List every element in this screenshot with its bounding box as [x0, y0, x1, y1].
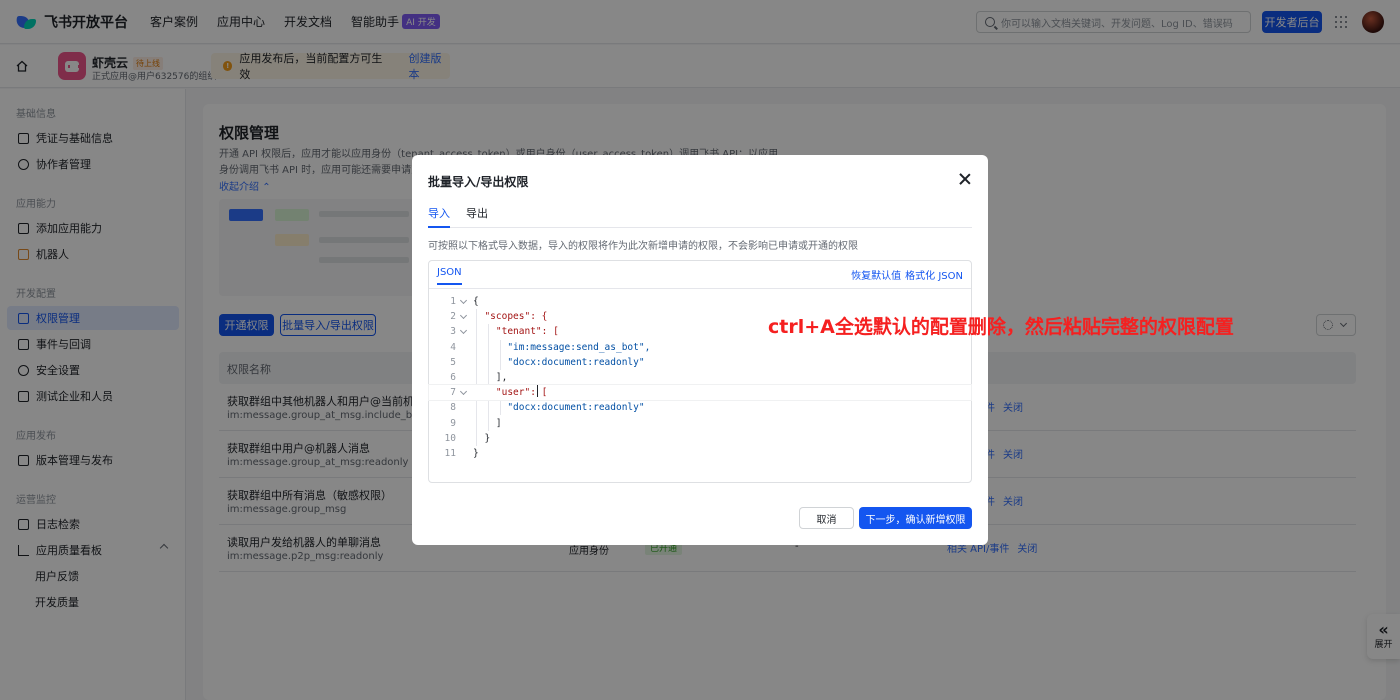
- cancel-button[interactable]: 取消: [799, 507, 854, 529]
- tutorial-annotation: ctrl+A全选默认的配置删除，然后粘贴完整的权限配置: [768, 316, 1234, 338]
- code-line: 6 ],: [450, 371, 508, 383]
- dialog-title: 批量导入/导出权限: [428, 175, 529, 189]
- code-line: 5 "docx:document:readonly": [450, 356, 645, 368]
- next-confirm-button[interactable]: 下一步，确认新增权限: [859, 507, 972, 529]
- fold-chevron-icon[interactable]: [459, 327, 468, 335]
- close-icon[interactable]: [959, 173, 971, 185]
- code-line: 9 ]: [450, 417, 502, 429]
- code-line: 4 "im:message:send_as_bot",: [450, 341, 651, 353]
- code-line: 11}: [444, 447, 479, 459]
- editor-divider: [429, 288, 971, 289]
- json-tab[interactable]: JSON: [437, 267, 462, 285]
- json-editor[interactable]: JSON 恢复默认值 格式化 JSON 1{ 2 "scopes": { 3 "t…: [428, 260, 972, 483]
- code-line: 8 "docx:document:readonly": [450, 402, 645, 414]
- dialog-tabs: 导入 导出: [428, 205, 972, 228]
- batch-permission-dialog: 批量导入/导出权限 导入 导出 可按照以下格式导入数据，导入的权限将作为此次新增…: [412, 155, 988, 545]
- code-line: 10 }: [444, 432, 491, 444]
- reset-default-link[interactable]: 恢复默认值: [851, 271, 901, 282]
- fold-chevron-icon[interactable]: [459, 296, 468, 305]
- code-line: 1{: [450, 296, 479, 307]
- tab-export[interactable]: 导出: [466, 205, 488, 228]
- fold-chevron-icon[interactable]: [459, 312, 468, 320]
- dialog-description: 可按照以下格式导入数据，导入的权限将作为此次新增申请的权限，不会影响已申请或开通…: [428, 241, 858, 252]
- fold-chevron-icon[interactable]: [459, 388, 468, 396]
- editor-actions: 恢复默认值 格式化 JSON: [847, 267, 963, 282]
- format-json-link[interactable]: 格式化 JSON: [905, 271, 963, 282]
- code-line-current: 7 "user": [: [428, 384, 972, 402]
- tab-import[interactable]: 导入: [428, 205, 450, 228]
- text-cursor: [537, 385, 538, 400]
